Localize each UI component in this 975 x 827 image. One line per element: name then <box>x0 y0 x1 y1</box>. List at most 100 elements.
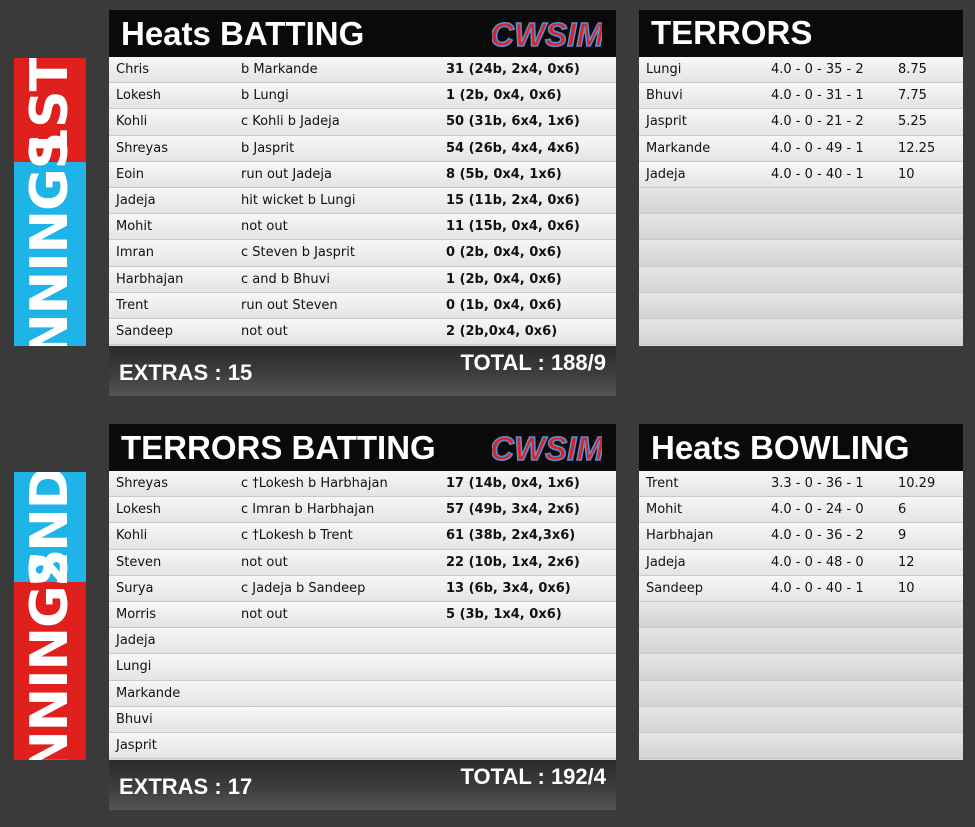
batter-name: Morris <box>116 607 157 623</box>
dismissal-text: c †Lokesh b Harbhajan <box>241 476 388 492</box>
bowler-economy: 10.29 <box>898 476 936 492</box>
innings-2-total: TOTAL : 192/4 <box>460 764 607 789</box>
batting-row: Mohit not out 11 (15b, 0x4, 0x6) <box>109 214 616 241</box>
dismissal-text: c Steven b Jasprit <box>241 245 355 261</box>
bowler-figures: 4.0 - 0 - 49 - 1 <box>771 140 864 156</box>
bowler-economy: 5.25 <box>898 114 927 130</box>
dismissal-text: run out Jadeja <box>241 166 333 182</box>
dismissal-text: not out <box>241 323 288 339</box>
batter-score: 17 (14b, 0x4, 1x6) <box>446 476 580 492</box>
bowler-economy: 10 <box>898 580 915 596</box>
dismissal-text: hit wicket b Lungi <box>241 193 356 209</box>
batter-name: Lokesh <box>116 88 162 104</box>
batting-row: Harbhajan c and b Bhuvi 1 (2b, 0x4, 0x6) <box>109 266 616 293</box>
batter-name: Kohli <box>116 528 148 544</box>
bowler-economy: 8.75 <box>898 62 927 78</box>
bowler-name: Jadeja <box>646 166 686 182</box>
innings-1-tab: 1ST INNINGS <box>14 58 86 346</box>
batter-name: Surya <box>116 580 154 596</box>
bowling-row: Jasprit 4.0 - 0 - 21 - 2 5.25 <box>639 109 963 136</box>
batter-name: Steven <box>116 554 162 570</box>
empty-row <box>639 266 963 293</box>
batting-row: Shreyas c †Lokesh b Harbhajan 17 (14b, 0x4… <box>109 471 616 498</box>
batter-score: 22 (10b, 1x4, 2x6) <box>446 554 580 570</box>
dismissal-text: b Jasprit <box>241 140 295 156</box>
batter-score: 1 (2b, 0x4, 0x6) <box>446 271 562 287</box>
batter-score: 61 (38b, 2x4,3x6) <box>446 528 576 544</box>
batter-name: Jadeja <box>116 633 156 649</box>
batter-score: 31 (24b, 2x4, 0x6) <box>446 62 580 78</box>
cwsim-logo-text: CWSIM <box>492 430 602 466</box>
batter-name: Chris <box>116 62 150 78</box>
innings-1-batting-title: Heats BATTING <box>121 14 365 52</box>
bowling-row: Mohit 4.0 - 0 - 24 - 0 6 <box>639 497 963 524</box>
batting-row: Bhuvi <box>109 706 616 733</box>
bowling-row: Jadeja 4.0 - 0 - 48 - 0 12 <box>639 549 963 576</box>
innings-1-extras: EXTRAS : 15 <box>119 360 253 385</box>
innings-1-batting-panel: Heats BATTING CWSIM Chris b Markande 31 (2… <box>109 10 616 396</box>
innings-2-bowling-panel: Heats BOWLING Trent 3.3 - 0 - 36 - 1 10.29… <box>639 424 963 760</box>
empty-row <box>639 706 963 733</box>
empty-row <box>639 214 963 241</box>
batting-row: Trent run out Steven 0 (1b, 0x4, 0x6) <box>109 292 616 319</box>
dismissal-text: not out <box>241 554 288 570</box>
batting-row: Markande <box>109 680 616 707</box>
batter-name: Eoin <box>116 166 145 182</box>
bowler-figures: 4.0 - 0 - 40 - 1 <box>771 580 864 596</box>
batter-name: Sandeep <box>116 323 173 339</box>
bowling-row: Lungi 4.0 - 0 - 35 - 2 8.75 <box>639 57 963 84</box>
dismissal-text: not out <box>241 219 288 235</box>
bowler-figures: 4.0 - 0 - 40 - 1 <box>771 166 864 182</box>
batting-row: Kohli c Kohli b Jadeja 50 (31b, 6x4, 1x6) <box>109 109 616 136</box>
batter-name: Imran <box>116 245 155 261</box>
cwsim-logo: CWSIM <box>492 16 602 52</box>
bowler-name: Mohit <box>646 502 683 518</box>
bowler-name: Jadeja <box>646 554 686 570</box>
batter-name: Markande <box>116 685 181 701</box>
dismissal-text: c Kohli b Jadeja <box>241 114 340 130</box>
bowler-name: Trent <box>646 476 679 492</box>
batter-score: 5 (3b, 1x4, 0x6) <box>446 607 562 623</box>
innings-2-tab: 2ND INNINGS <box>14 472 86 760</box>
innings-1-footer: EXTRAS : 15 TOTAL : 188/9 <box>109 346 616 396</box>
batter-score: 54 (26b, 4x4, 4x6) <box>446 140 580 156</box>
batting-row: Jadeja <box>109 628 616 655</box>
bowler-economy: 9 <box>898 528 907 544</box>
bowler-name: Markande <box>646 140 711 156</box>
batter-name: Mohit <box>116 219 153 235</box>
innings-2-footer: EXTRAS : 17 TOTAL : 192/4 <box>109 760 616 810</box>
bowler-name: Jasprit <box>646 114 687 130</box>
batter-name: Kohli <box>116 114 148 130</box>
bowler-economy: 7.75 <box>898 88 927 104</box>
innings-2-batting-header: TERRORS BATTING CWSIM <box>109 424 616 471</box>
batter-score: 57 (49b, 3x4, 2x6) <box>446 502 580 518</box>
empty-row <box>639 240 963 267</box>
innings-2-batting-panel: TERRORS BATTING CWSIM Shreyas c †Lokesh b… <box>109 424 616 810</box>
batting-row: Lokesh c Imran b Harbhajan 57 (49b, 3x4, 2… <box>109 497 616 524</box>
bowler-name: Harbhajan <box>646 528 714 544</box>
bowling-row: Harbhajan 4.0 - 0 - 36 - 2 9 <box>639 523 963 550</box>
batter-name: Shreyas <box>116 140 168 156</box>
innings-2-bowling-list: Trent 3.3 - 0 - 36 - 1 10.29 Mohit 4.0 - 0 -… <box>639 471 963 760</box>
innings-1-bowling-header: TERRORS <box>639 10 963 57</box>
batter-name: Lungi <box>116 659 152 675</box>
bowler-economy: 12 <box>898 554 915 570</box>
batting-row: Jadeja hit wicket b Lungi 15 (11b, 2x4, 0x… <box>109 187 616 215</box>
bowler-name: Lungi <box>646 62 682 78</box>
innings-2-bowling-title: Heats BOWLING <box>651 428 910 466</box>
batter-name: Lokesh <box>116 502 162 518</box>
batting-row: Eoin run out Jadeja 8 (5b, 0x4, 1x6) <box>109 161 616 188</box>
batter-score: 2 (2b,0x4, 0x6) <box>446 323 558 339</box>
innings-2-extras: EXTRAS : 17 <box>119 774 253 799</box>
innings-2-bowling-header: Heats BOWLING <box>639 424 963 471</box>
batter-name: Jadeja <box>116 193 156 209</box>
innings-1-bowling-panel: TERRORS Lungi 4.0 - 0 - 35 - 2 8.75 Bhuvi 4.… <box>639 10 963 346</box>
innings-2-batting-title: TERRORS BATTING <box>121 428 436 466</box>
innings-1-batting-header: Heats BATTING CWSIM <box>109 10 616 57</box>
bowler-figures: 4.0 - 0 - 48 - 0 <box>771 554 864 570</box>
bowler-economy: 12.25 <box>898 140 936 156</box>
batting-row: Steven not out 22 (10b, 1x4, 2x6) <box>109 549 616 576</box>
cwsim-logo-text: CWSIM <box>492 16 602 52</box>
empty-row <box>639 654 963 681</box>
batter-score: 1 (2b, 0x4, 0x6) <box>446 88 562 104</box>
